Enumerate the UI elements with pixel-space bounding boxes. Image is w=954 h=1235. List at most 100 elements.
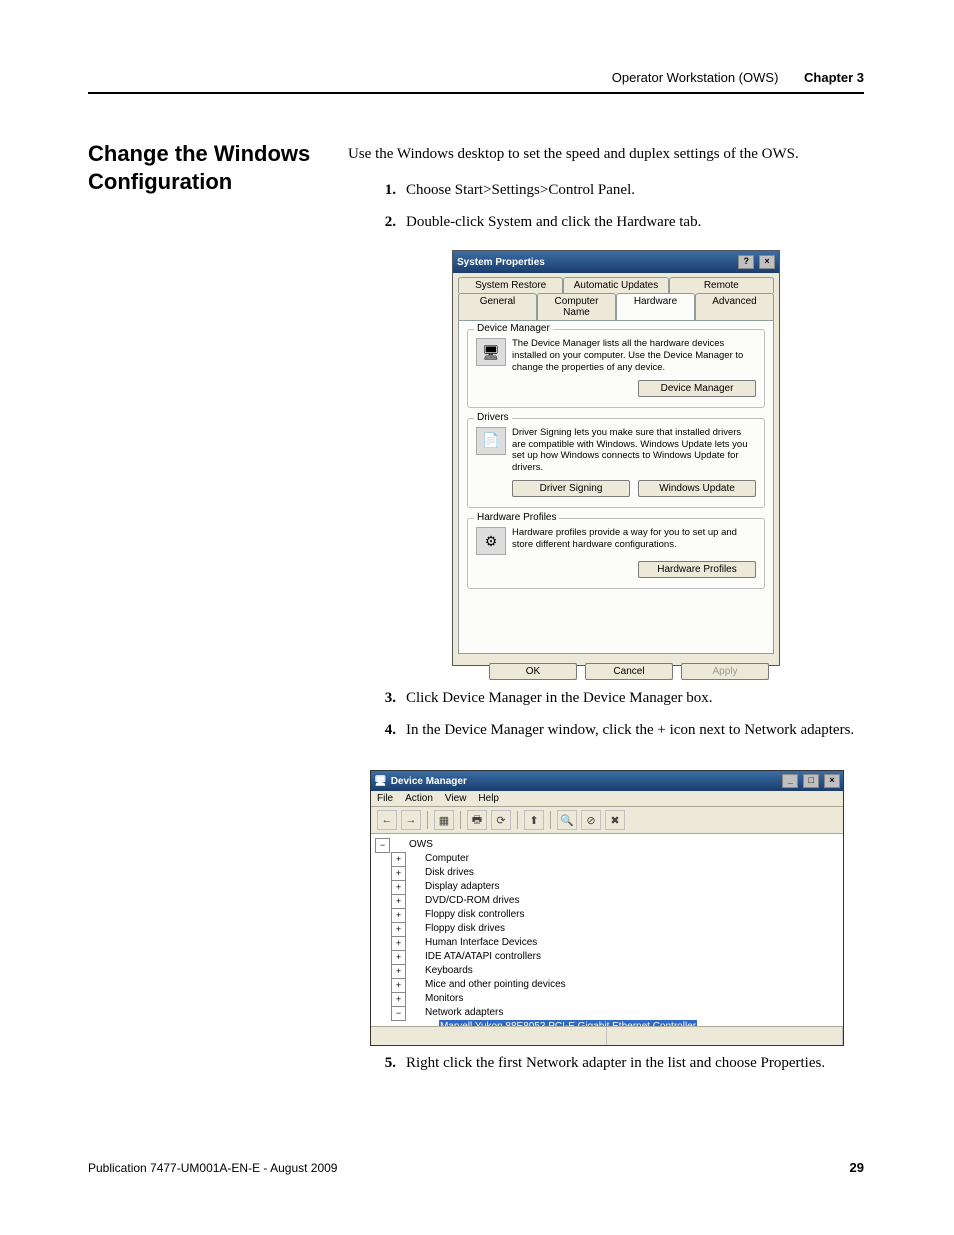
hardware-profiles-button[interactable]: Hardware Profiles xyxy=(638,561,756,578)
device-manager-icon: 🖥 xyxy=(374,776,387,787)
tree-node[interactable]: + Display adapters xyxy=(375,880,841,894)
refresh-icon[interactable]: ⟳ xyxy=(491,810,511,830)
device-icon xyxy=(408,979,422,991)
step-text: In the Device Manager window, click the … xyxy=(406,720,864,742)
tree-node[interactable]: +Floppy disk controllers xyxy=(375,908,841,922)
expand-icon[interactable]: + xyxy=(391,866,406,881)
expand-icon[interactable]: + xyxy=(391,978,406,993)
cancel-button[interactable]: Cancel xyxy=(585,663,673,680)
tab-hardware[interactable]: Hardware xyxy=(616,293,695,320)
disable-icon[interactable]: ⊘ xyxy=(581,810,601,830)
windows-update-button[interactable]: Windows Update xyxy=(638,480,756,497)
expand-icon[interactable]: + xyxy=(391,852,406,867)
print-icon[interactable]: 🖶 xyxy=(467,810,487,830)
expand-icon[interactable]: − xyxy=(391,1006,406,1021)
tree-node[interactable]: + Human Interface Devices xyxy=(375,936,841,950)
tree-node[interactable]: −Network adapters xyxy=(375,1006,841,1020)
device-icon xyxy=(408,993,422,1005)
step-5: 5. Right click the first Network adapter… xyxy=(370,1053,864,1075)
tab-remote[interactable]: Remote xyxy=(669,277,774,293)
ok-button[interactable]: OK xyxy=(489,663,577,680)
tab-computer-name[interactable]: Computer Name xyxy=(537,293,616,320)
tree-label: Human Interface Devices xyxy=(425,936,537,950)
device-icon xyxy=(408,951,422,963)
tree-label: Mice and other pointing devices xyxy=(425,978,566,992)
maximize-button[interactable]: □ xyxy=(803,774,819,788)
hardware-profiles-icon: ⚙ xyxy=(476,527,506,555)
menu-file[interactable]: File xyxy=(377,793,393,804)
device-icon xyxy=(408,937,422,949)
tree-node[interactable]: −OWS xyxy=(375,838,841,852)
driver-signing-button[interactable]: Driver Signing xyxy=(512,480,630,497)
tab-general[interactable]: General xyxy=(458,293,537,320)
running-header: Operator Workstation (OWS) Chapter 3 xyxy=(612,70,864,85)
tab-advanced[interactable]: Advanced xyxy=(695,293,774,320)
tree-node[interactable]: + Disk drives xyxy=(375,866,841,880)
menu-action[interactable]: Action xyxy=(405,793,433,804)
apply-button[interactable]: Apply xyxy=(681,663,769,680)
tree-node[interactable]: +DVD/CD-ROM drives xyxy=(375,894,841,908)
tab-automatic-updates[interactable]: Automatic Updates xyxy=(563,277,668,293)
dialog-button-row: OK Cancel Apply xyxy=(453,659,779,686)
menu-bar: File Action View Help xyxy=(371,791,843,807)
expand-icon[interactable]: + xyxy=(391,894,406,909)
back-icon[interactable]: ← xyxy=(377,810,397,830)
minimize-button[interactable]: _ xyxy=(782,774,798,788)
group-legend: Device Manager xyxy=(474,323,553,334)
close-button[interactable]: × xyxy=(824,774,840,788)
tree-node[interactable]: +Monitors xyxy=(375,992,841,1006)
intro-paragraph: Use the Windows desktop to set the speed… xyxy=(348,144,864,165)
expand-icon[interactable]: + xyxy=(391,950,406,965)
device-icon xyxy=(408,923,422,935)
tree-label: Floppy disk drives xyxy=(425,922,505,936)
scan-icon[interactable]: 🔍 xyxy=(557,810,577,830)
tree-label: Computer xyxy=(425,852,469,866)
device-icon xyxy=(408,895,422,907)
expand-icon[interactable]: + xyxy=(391,964,406,979)
step-text: Click Device Manager in the Device Manag… xyxy=(406,688,864,710)
running-title: Operator Workstation (OWS) xyxy=(612,70,779,85)
tree-node[interactable]: + Floppy disk drives xyxy=(375,922,841,936)
device-tree[interactable]: −OWS+Computer+Disk drives+Display adapte… xyxy=(371,834,843,1026)
group-description: Driver Signing lets you make sure that i… xyxy=(512,427,756,475)
update-driver-icon[interactable]: ⬆ xyxy=(524,810,544,830)
device-icon xyxy=(408,909,422,921)
window-titlebar[interactable]: 🖥 Device Manager _ □ × xyxy=(371,771,843,791)
system-properties-dialog: System Properties ? × System Restore Aut… xyxy=(452,250,780,666)
step-1: 1. Choose Start>Settings>Control Panel. xyxy=(370,180,864,202)
menu-view[interactable]: View xyxy=(445,793,467,804)
dialog-tabs: System Restore Automatic Updates Remote … xyxy=(453,273,779,320)
tree-label: Disk drives xyxy=(425,866,474,880)
status-bar xyxy=(371,1026,843,1045)
help-button[interactable]: ? xyxy=(738,255,754,269)
close-button[interactable]: × xyxy=(759,255,775,269)
tree-node[interactable]: + Mice and other pointing devices xyxy=(375,978,841,992)
menu-help[interactable]: Help xyxy=(478,793,499,804)
hardware-panel: Device Manager 🖥 The Device Manager list… xyxy=(458,320,774,654)
uninstall-icon[interactable]: ✖ xyxy=(605,810,625,830)
tree-node[interactable]: +Keyboards xyxy=(375,964,841,978)
chapter-label: Chapter 3 xyxy=(804,70,864,85)
expand-icon[interactable]: + xyxy=(391,992,406,1007)
group-device-manager: Device Manager 🖥 The Device Manager list… xyxy=(467,329,765,408)
step-list-upper: 1. Choose Start>Settings>Control Panel. … xyxy=(370,180,864,244)
step-number: 5. xyxy=(370,1053,396,1075)
expand-icon[interactable]: + xyxy=(391,908,406,923)
forward-icon[interactable]: → xyxy=(401,810,421,830)
tree-label: Display adapters xyxy=(425,880,499,894)
device-manager-icon: 🖥 xyxy=(476,338,506,366)
group-description: The Device Manager lists all the hardwar… xyxy=(512,338,756,374)
tree-node[interactable]: +IDE ATA/ATAPI controllers xyxy=(375,950,841,964)
expand-icon[interactable]: + xyxy=(391,880,406,895)
toolbar-separator xyxy=(427,811,428,829)
expand-icon[interactable]: + xyxy=(391,936,406,951)
tree-node[interactable]: + Computer xyxy=(375,852,841,866)
expand-icon[interactable]: − xyxy=(375,838,390,853)
device-manager-button[interactable]: Device Manager xyxy=(638,380,756,397)
properties-icon[interactable]: ▦ xyxy=(434,810,454,830)
expand-icon[interactable]: + xyxy=(391,922,406,937)
group-legend: Hardware Profiles xyxy=(474,512,559,523)
dialog-titlebar[interactable]: System Properties ? × xyxy=(453,251,779,273)
tab-system-restore[interactable]: System Restore xyxy=(458,277,563,293)
step-2: 2. Double-click System and click the Har… xyxy=(370,212,864,234)
